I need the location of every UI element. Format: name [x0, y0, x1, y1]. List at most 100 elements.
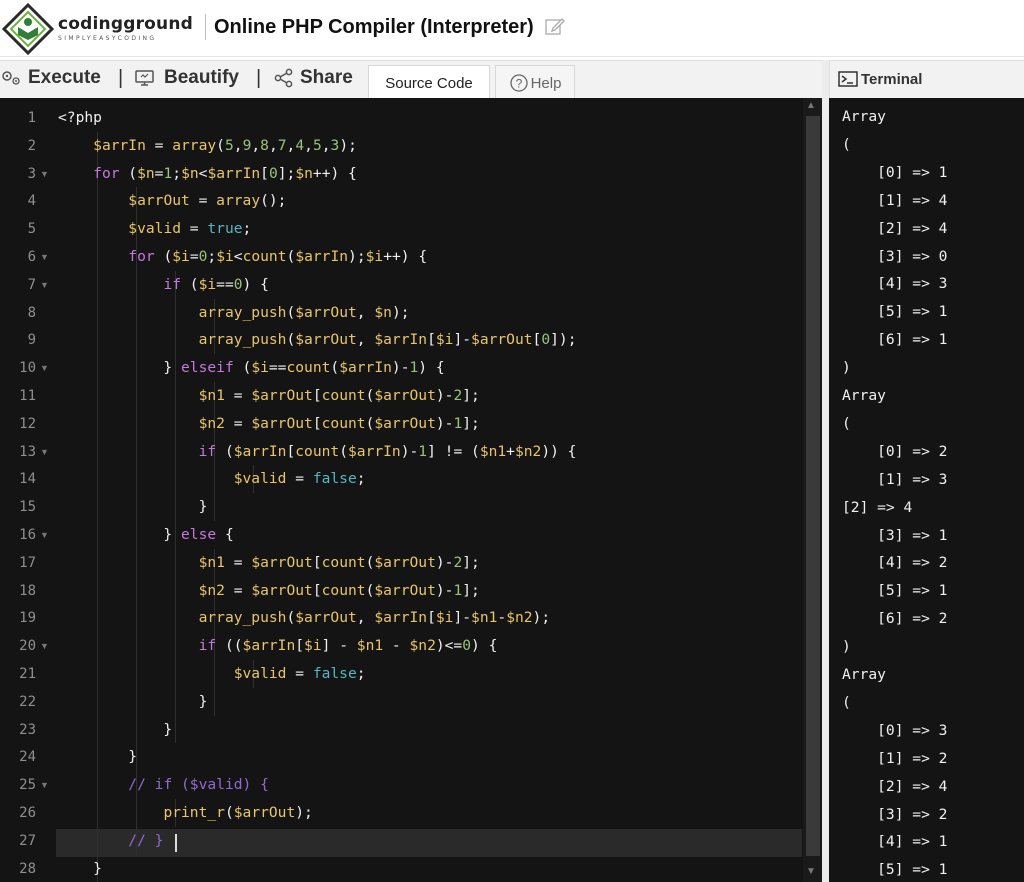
line-number: 12	[19, 415, 36, 432]
terminal-line: [6] => 2	[842, 610, 948, 628]
indent-guide	[214, 687, 216, 716]
terminal-line: Array	[842, 108, 886, 125]
code-line[interactable]: } elseif ($i==count($arrIn)-1) {	[58, 354, 444, 382]
terminal-line: (	[842, 693, 851, 711]
toolbar-separator: |	[256, 67, 262, 89]
code-line[interactable]: }	[58, 716, 172, 744]
code-line[interactable]: array_push($arrOut, $n);	[58, 299, 410, 327]
terminal-line: [1] => 2	[842, 749, 948, 767]
code-line[interactable]: $valid = false;	[58, 465, 366, 493]
scroll-down-icon[interactable]: ▼	[806, 866, 816, 877]
code-line[interactable]: // if ($valid) {	[58, 771, 269, 799]
indent-guide	[175, 715, 177, 744]
terminal-line: [1] => 4	[842, 191, 948, 209]
code-line[interactable]: if ($i==0) {	[58, 271, 268, 299]
indent-guide	[214, 493, 216, 521]
editor-scrollbar-thumb[interactable]	[806, 116, 820, 856]
line-number: 21	[19, 666, 36, 682]
code-line[interactable]: for ($i=0;$i<count($arrIn);$i++) {	[58, 243, 427, 271]
code-area[interactable]: <?php $arrIn = array(5,9,8,7,4,5,3); for…	[58, 98, 802, 882]
terminal-title: Terminal	[861, 70, 923, 88]
code-line[interactable]: print_r($arrOut);	[58, 799, 312, 827]
terminal-line: [4] => 3	[842, 275, 948, 293]
line-number: 26	[19, 805, 36, 821]
scroll-up-icon[interactable]: ▲	[806, 100, 816, 111]
line-number-gutter: 1 2 3 ▼ 4 5 6 ▼ 7 ▼ 8 9 10 ▼ 11 12 13 ▼ 14 15 16 ▼ 17 18 19 20 ▼ 21…	[0, 98, 56, 882]
fold-toggle-icon[interactable]: ▼	[40, 169, 49, 179]
brand-name[interactable]: codingground	[58, 14, 193, 34]
code-line[interactable]: }	[58, 855, 102, 882]
execute-button[interactable]: Execute	[0, 67, 101, 89]
fold-toggle-icon[interactable]: ▼	[40, 280, 49, 290]
share-label: Share	[300, 67, 353, 88]
tab-help[interactable]: ? Help	[495, 65, 575, 100]
code-line[interactable]: $n2 = $arrOut[count($arrOut)-1];	[58, 577, 480, 605]
fold-toggle-icon[interactable]: ▼	[40, 363, 49, 373]
share-button[interactable]: Share	[273, 67, 353, 89]
code-line[interactable]: array_push($arrOut, $arrIn[$i]-$n1-$n2);	[58, 604, 551, 632]
line-number: 6	[27, 249, 36, 265]
fold-toggle-icon[interactable]: ▼	[40, 530, 49, 540]
code-line[interactable]: // }	[58, 827, 163, 855]
fold-toggle-icon[interactable]: ▼	[40, 641, 49, 651]
beautify-label: Beautify	[164, 67, 239, 88]
terminal-output[interactable]: Array ( [0] => 1 [1] => 4 [2] => 4 [3] =>…	[829, 98, 1024, 882]
line-number: 22	[19, 693, 36, 710]
code-line[interactable]: $arrIn = array(5,9,8,7,4,5,3);	[58, 132, 357, 160]
brand-tagline: SIMPLYEASYCODING	[58, 35, 157, 42]
code-line[interactable]: $valid = false;	[58, 660, 366, 688]
line-number: 14	[19, 471, 36, 488]
code-line[interactable]: }	[58, 493, 208, 521]
code-line[interactable]: $n2 = $arrOut[count($arrOut)-1];	[58, 410, 480, 438]
terminal-tab[interactable]: Terminal	[838, 70, 922, 88]
code-line[interactable]: <?php	[58, 104, 102, 132]
codingground-logo-icon[interactable]	[2, 3, 54, 55]
terminal-line: (	[842, 135, 851, 153]
line-number: 3	[27, 165, 36, 182]
terminal-line: Array	[842, 387, 886, 404]
terminal-line: [2] => 4	[842, 777, 948, 795]
header-divider	[205, 14, 206, 40]
line-number: 4	[27, 193, 36, 210]
panel-splitter[interactable]	[822, 60, 829, 882]
execute-label: Execute	[28, 67, 101, 88]
terminal-line: [3] => 1	[842, 526, 948, 544]
terminal-line: [6] => 1	[842, 331, 948, 349]
terminal-line: [2] => 4	[842, 219, 948, 237]
fold-toggle-icon[interactable]: ▼	[40, 447, 49, 457]
code-line[interactable]: if ($arrIn[count($arrIn)-1] != ($n1+$n2)…	[58, 438, 577, 466]
text-cursor	[175, 834, 177, 852]
terminal-line: [2] => 4	[842, 498, 913, 516]
code-line[interactable]: array_push($arrOut, $arrIn[$i]-$arrOut[0…	[58, 326, 577, 354]
code-line[interactable]: } else {	[58, 521, 233, 549]
toolbar: Execute | Beautify | Share Source Code ?…	[0, 60, 822, 100]
fold-toggle-icon[interactable]: ▼	[40, 252, 49, 262]
code-editor[interactable]: 1 2 3 ▼ 4 5 6 ▼ 7 ▼ 8 9 10 ▼ 11 12 13 ▼ 14 15 16 ▼ 17 18 19 20 ▼ 21…	[0, 98, 822, 882]
page-title: Online PHP Compiler (Interpreter)	[214, 16, 534, 38]
code-line[interactable]: }	[58, 688, 208, 716]
terminal-line: [0] => 3	[842, 721, 948, 739]
code-line[interactable]: $n1 = $arrOut[count($arrOut)-2];	[58, 382, 480, 410]
tab-source-code-label: Source Code	[385, 74, 473, 92]
line-number: 17	[19, 554, 36, 571]
terminal-line: (	[842, 414, 851, 432]
line-number: 9	[27, 332, 36, 349]
code-line[interactable]: $valid = true;	[58, 215, 251, 243]
terminal-header: Terminal	[829, 60, 1024, 99]
line-number: 2	[27, 137, 36, 154]
code-line[interactable]: $n1 = $arrOut[count($arrOut)-2];	[58, 549, 480, 577]
code-line[interactable]: if (($arrIn[$i] - $n1 - $n2)<=0) {	[58, 632, 498, 660]
line-number: 1	[27, 110, 36, 126]
terminal-line: )	[842, 638, 851, 656]
fold-toggle-icon[interactable]: ▼	[40, 780, 49, 790]
tab-source-code[interactable]: Source Code	[368, 65, 490, 100]
edit-title-icon[interactable]	[544, 15, 566, 37]
terminal-line: [4] => 1	[842, 833, 948, 851]
code-line[interactable]: for ($n=1;$n<$arrIn[0];$n++) {	[58, 160, 357, 188]
terminal-line: [5] => 1	[842, 582, 948, 600]
terminal-line: [3] => 2	[842, 805, 948, 823]
beautify-button[interactable]: Beautify	[134, 67, 239, 89]
code-line[interactable]: }	[58, 743, 137, 771]
code-line[interactable]: $arrOut = array();	[58, 187, 286, 215]
terminal-line: [5] => 1	[842, 303, 948, 321]
